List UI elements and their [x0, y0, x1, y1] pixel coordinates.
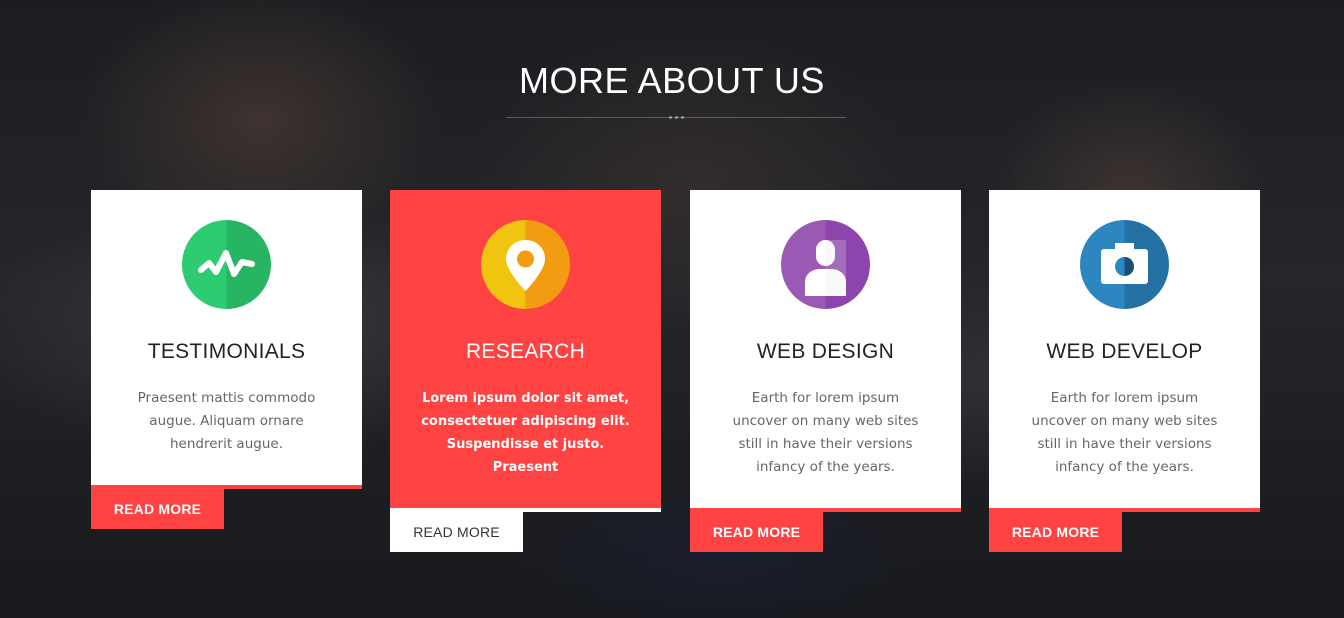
desc-line: Earth for lorem ipsum	[751, 390, 900, 406]
desc-line: uncover on many web sites	[1031, 413, 1218, 429]
desc-line: hendrerit augue.	[170, 436, 283, 452]
pulse-icon	[182, 220, 271, 309]
desc-line: consectetuer adipiscing elit.	[421, 414, 630, 429]
desc-line: Praesent mattis commodo	[137, 390, 316, 406]
desc-line: Praesent	[492, 460, 559, 475]
card-description: Earth for lorem ipsum uncover on many we…	[1029, 387, 1220, 479]
desc-line: Earth for lorem ipsum	[1050, 390, 1199, 406]
map-pin-icon	[481, 220, 570, 309]
card-description: Earth for lorem ipsum uncover on many we…	[730, 387, 921, 479]
more-about-us-section: MORE ABOUT US TESTIMONIALS Praesent matt…	[0, 0, 1344, 618]
card-title: RESEARCH	[465, 340, 586, 363]
section-title: MORE ABOUT US	[519, 60, 825, 101]
desc-line: uncover on many web sites	[732, 413, 919, 429]
card-web-design: WEB DESIGN Earth for lorem ipsum uncover…	[690, 190, 961, 512]
read-more-button[interactable]: READ MORE	[989, 512, 1122, 552]
card-title: WEB DESIGN	[756, 340, 895, 363]
read-more-button[interactable]: READ MORE	[690, 512, 823, 552]
desc-line: augue. Aliquam ornare	[149, 413, 304, 429]
desc-line: infancy of the years.	[1055, 459, 1194, 475]
desc-line: Lorem ipsum dolor sit amet,	[421, 391, 630, 406]
read-more-button[interactable]: READ MORE	[91, 489, 224, 529]
desc-line: Suspendisse et justo.	[446, 437, 605, 452]
desc-line: infancy of the years.	[756, 459, 895, 475]
camera-icon	[1080, 220, 1169, 309]
title-divider	[506, 116, 846, 119]
card-web-develop: WEB DEVELOP Earth for lorem ipsum uncove…	[989, 190, 1260, 512]
card-title: TESTIMONIALS	[147, 340, 306, 363]
card-research: RESEARCH Lorem ipsum dolor sit amet, con…	[390, 190, 661, 512]
desc-line: still in have their versions	[738, 436, 913, 452]
card-description: Praesent mattis commodo augue. Aliquam o…	[131, 387, 322, 456]
user-icon	[781, 220, 870, 309]
read-more-button[interactable]: READ MORE	[390, 512, 523, 552]
card-title: WEB DEVELOP	[1046, 340, 1203, 363]
card-testimonials: TESTIMONIALS Praesent mattis commodo aug…	[91, 190, 362, 489]
desc-line: still in have their versions	[1037, 436, 1212, 452]
card-description: Lorem ipsum dolor sit amet, consectetuer…	[420, 387, 631, 479]
